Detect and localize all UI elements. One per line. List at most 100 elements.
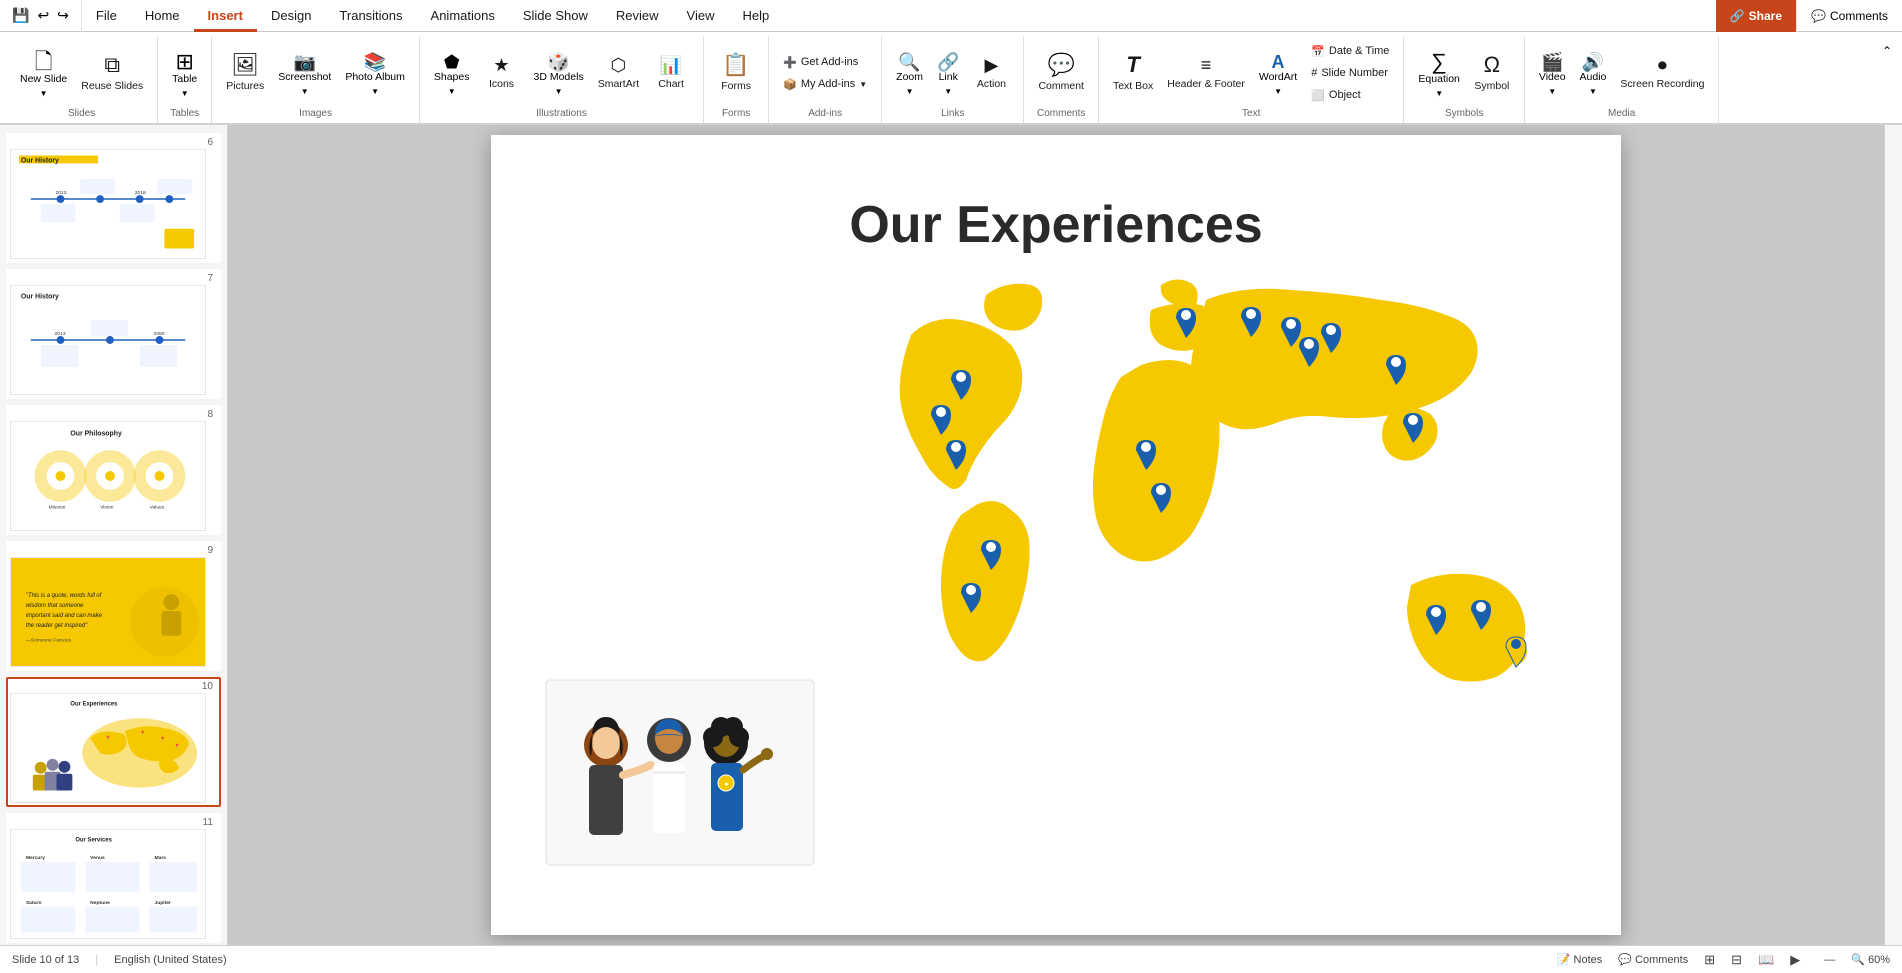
tab-home[interactable]: Home — [131, 0, 194, 32]
tab-insert[interactable]: Insert — [194, 0, 257, 32]
slide-thumb-8[interactable]: 8 Our Philosophy Mission Vision Values — [6, 405, 221, 535]
symbol-button[interactable]: Ω Symbol — [1468, 42, 1516, 104]
zoom-label: Zoom — [896, 71, 923, 84]
smartart-button[interactable]: ⬡ SmartArt — [592, 42, 645, 104]
screenshot-dropdown[interactable]: ▼ — [297, 86, 313, 97]
zoom-icon: 🔍 — [898, 53, 920, 71]
world-map[interactable] — [881, 255, 1561, 805]
view-slide-sorter-button[interactable]: ⊟ — [1731, 952, 1742, 968]
action-button[interactable]: ▶ Action — [967, 42, 1015, 104]
equation-label: Equation — [1418, 73, 1459, 86]
slide-thumb-10[interactable]: 10 Our Experiences 📍 📍 📍 📍 — [6, 677, 221, 807]
ribbon: 💾 ↩ ↪ File Home Insert Design Transition… — [0, 0, 1902, 125]
notes-button[interactable]: 📝 Notes — [1557, 953, 1603, 966]
slide-preview-svg-7: Our History 2013 2016 2050 — [11, 285, 205, 395]
my-addins-button[interactable]: 📦 My Add-ins ▼ — [777, 73, 873, 95]
slide-preview-svg-11: Our Services Mercury Venus Mars Saturn N… — [11, 829, 205, 939]
zoom-slider[interactable]: 🔍 60% — [1851, 953, 1890, 966]
slide-number-button[interactable]: # Slide Number — [1305, 62, 1395, 84]
slide-thumb-6[interactable]: 6 Our History 2013 2016 2018 2023 — [6, 133, 221, 263]
equation-dropdown[interactable]: ▼ — [1431, 88, 1447, 99]
comments-status-button[interactable]: 💬 Comments — [1618, 953, 1688, 966]
screenshot-button[interactable]: 📷 Screenshot — [272, 49, 337, 86]
audio-button[interactable]: 🔊 Audio — [1574, 49, 1613, 86]
audio-dropdown[interactable]: ▼ — [1585, 86, 1601, 97]
reuse-slides-button[interactable]: ⧉ Reuse Slides — [75, 44, 149, 102]
equation-button[interactable]: ∑ Equation — [1412, 47, 1465, 88]
3d-models-split: 🎲 3D Models ▼ — [528, 49, 590, 97]
toolbar-group-symbols: ∑ Equation ▼ Ω Symbol Symbols — [1404, 36, 1524, 123]
slide-thumb-9[interactable]: 9 "This is a quote, words full of wisdom… — [6, 541, 221, 671]
screenshot-icon: 📷 — [294, 53, 316, 71]
shapes-button[interactable]: ⬟ Shapes — [428, 49, 476, 86]
pictures-button[interactable]: 🖼 Pictures — [220, 42, 270, 104]
table-button[interactable]: ⊞ Table — [166, 47, 203, 88]
3d-models-dropdown[interactable]: ▼ — [551, 86, 567, 97]
comment-button[interactable]: 💬 Comment — [1032, 42, 1090, 104]
screen-recording-button[interactable]: ⏺ Screen Recording — [1614, 42, 1710, 104]
zoom-dropdown[interactable]: ▼ — [902, 86, 918, 97]
tab-review[interactable]: Review — [602, 0, 673, 32]
3d-models-label: 3D Models — [534, 71, 584, 84]
table-icon: ⊞ — [175, 51, 193, 73]
tab-design[interactable]: Design — [257, 0, 325, 32]
wordart-button[interactable]: A WordArt — [1253, 49, 1303, 86]
table-dropdown[interactable]: ▼ — [177, 88, 193, 99]
svg-text:Values: Values — [150, 505, 165, 511]
quick-access-undo[interactable]: ↩ — [37, 7, 49, 24]
slide-canvas[interactable]: Our Experiences — [491, 135, 1621, 935]
tab-help[interactable]: Help — [728, 0, 783, 32]
slide-preview-7: Our History 2013 2016 2050 — [10, 285, 206, 395]
new-slide-button[interactable]: 🗋 New Slide — [14, 47, 73, 88]
video-dropdown[interactable]: ▼ — [1544, 86, 1560, 97]
wordart-dropdown[interactable]: ▼ — [1270, 86, 1286, 97]
svg-text:"This is a quote, words full o: "This is a quote, words full of — [26, 593, 103, 599]
header-footer-button[interactable]: ≡ Header & Footer — [1161, 42, 1251, 104]
object-button[interactable]: ⬜ Object — [1305, 84, 1395, 106]
get-addins-button[interactable]: ➕ Get Add-ins — [777, 51, 873, 73]
tab-view[interactable]: View — [673, 0, 729, 32]
slide-thumb-7[interactable]: 7 Our History 2013 2016 2050 — [6, 269, 221, 399]
chevron-down-icon: ▼ — [181, 89, 189, 98]
video-button[interactable]: 🎬 Video — [1533, 49, 1572, 86]
forms-button[interactable]: 📋 Forms — [712, 42, 760, 104]
svg-text:2018: 2018 — [135, 190, 146, 196]
date-time-button[interactable]: 📅 Date & Time — [1305, 40, 1395, 62]
svg-text:the reader get inspired": the reader get inspired" — [26, 623, 88, 629]
slide-preview-svg-6: Our History 2013 2016 2018 2023 — [11, 149, 205, 259]
icons-button[interactable]: ★ Icons — [478, 42, 526, 104]
link-dropdown[interactable]: ▼ — [940, 86, 956, 97]
chart-button[interactable]: 📊 Chart — [647, 42, 695, 104]
link-button[interactable]: 🔗 Link — [931, 49, 965, 86]
view-slideshow-button[interactable]: ▶ — [1790, 952, 1800, 968]
tab-transitions[interactable]: Transitions — [325, 0, 416, 32]
people-svg: ✦ — [541, 675, 821, 875]
3d-models-button[interactable]: 🎲 3D Models — [528, 49, 590, 86]
slide-thumb-11[interactable]: 11 Our Services Mercury Venus Mars Satur… — [6, 813, 221, 943]
status-bar: Slide 10 of 13 | English (United States)… — [0, 945, 1902, 973]
smartart-icon: ⬡ — [611, 56, 627, 74]
tab-slideshow[interactable]: Slide Show — [509, 0, 602, 32]
photo-album-dropdown[interactable]: ▼ — [367, 86, 383, 97]
my-addins-dropdown[interactable]: ▼ — [859, 80, 867, 89]
text-items: T Text Box ≡ Header & Footer A WordArt ▼ — [1107, 36, 1395, 106]
svg-text:2050: 2050 — [154, 331, 165, 337]
svg-text:2013: 2013 — [56, 190, 67, 196]
shapes-dropdown[interactable]: ▼ — [444, 86, 460, 97]
my-addins-label: My Add-ins — [801, 78, 855, 90]
photo-album-button[interactable]: 📚 Photo Album — [339, 49, 411, 86]
slide-preview-svg-9: "This is a quote, words full of wisdom t… — [11, 557, 205, 667]
share-button[interactable]: 🔗Share — [1716, 0, 1796, 32]
quick-access-save[interactable]: 💾 — [12, 7, 29, 24]
new-slide-dropdown[interactable]: ▼ — [36, 88, 52, 99]
quick-access-redo[interactable]: ↪ — [57, 7, 69, 24]
tab-animations[interactable]: Animations — [417, 0, 509, 32]
collapse-ribbon-button[interactable]: ⌃ — [1878, 40, 1896, 62]
view-reading-button[interactable]: 📖 — [1758, 952, 1774, 968]
text-box-button[interactable]: T Text Box — [1107, 42, 1159, 104]
symbols-items: ∑ Equation ▼ Ω Symbol — [1412, 36, 1515, 106]
view-normal-button[interactable]: ⊞ — [1704, 952, 1715, 968]
tab-file[interactable]: File — [82, 0, 131, 32]
comments-button[interactable]: 💬Comments — [1796, 0, 1902, 32]
zoom-button[interactable]: 🔍 Zoom — [890, 49, 929, 86]
